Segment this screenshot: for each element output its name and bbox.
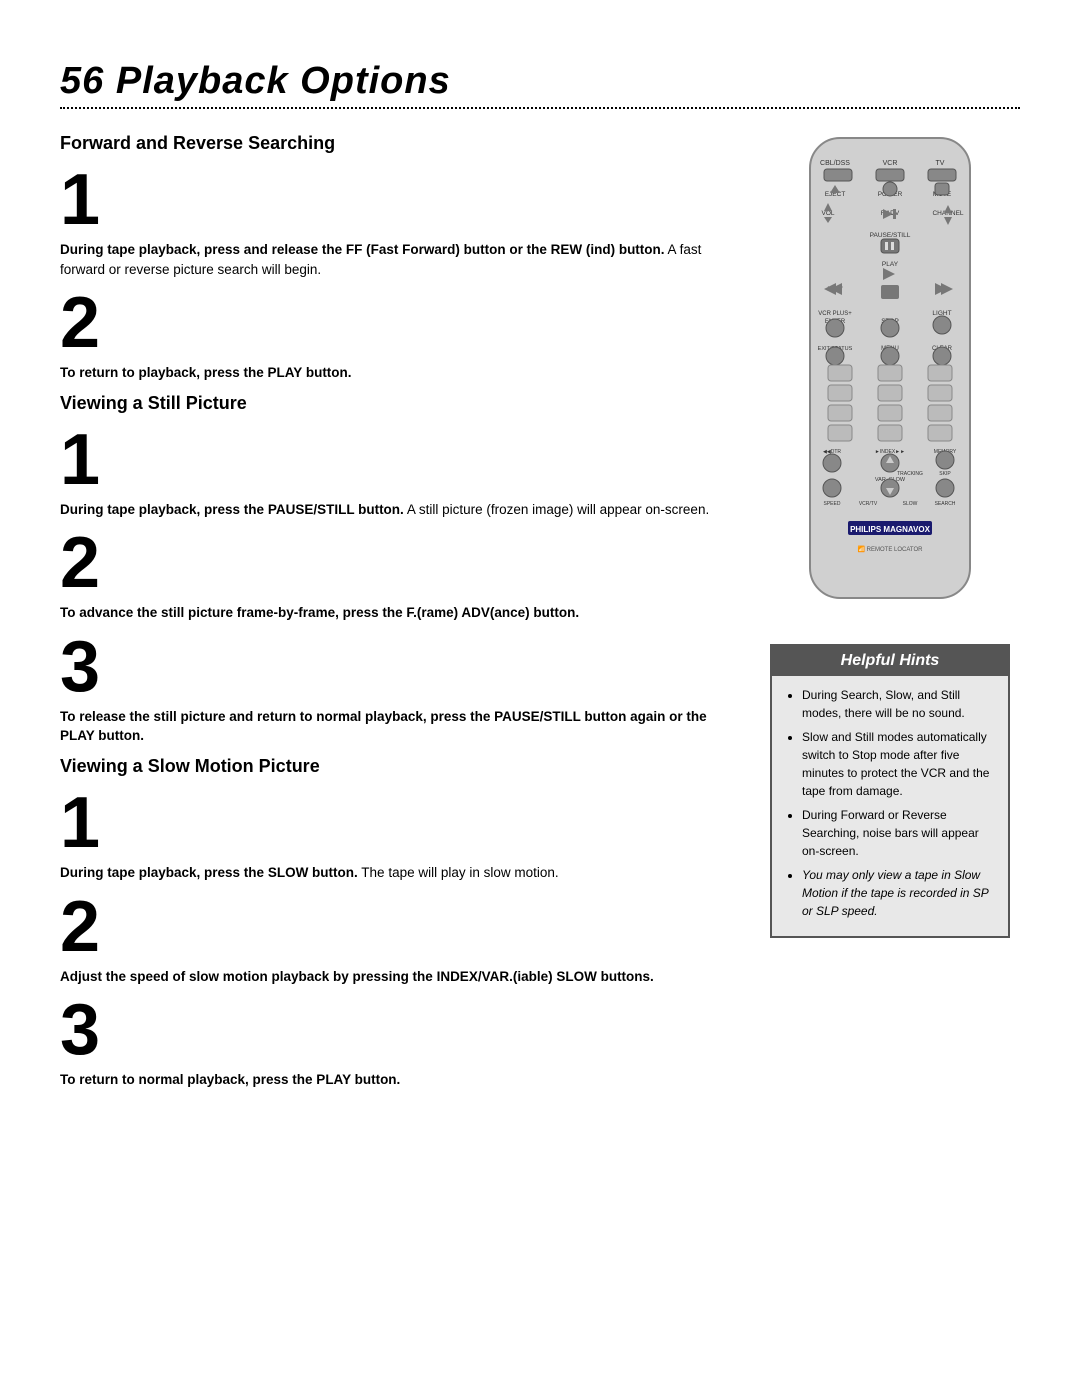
step-2-text: To return to playback, press the PLAY bu… [60,363,730,383]
section-heading-slow-motion: Viewing a Slow Motion Picture [60,756,730,777]
helpful-hints-box: Helpful Hints During Search, Slow, and S… [770,644,1010,938]
section-divider [60,107,1020,109]
section-still-picture: Viewing a Still Picture 1 During tape pl… [60,393,730,746]
svg-text:SEARCH: SEARCH [935,501,956,507]
svg-text:SLOW: SLOW [903,501,918,507]
slow-step-2-number: 2 [60,891,730,963]
step-2-number: 2 [60,287,730,359]
hint-item: During Forward or Reverse Searching, noi… [802,806,994,860]
svg-text:VOL: VOL [821,210,834,217]
svg-text:VCR: VCR [883,160,898,167]
still-step-1-number: 1 [60,424,730,496]
page-title: 56 Playback Options [60,60,1020,103]
section-slow-motion: Viewing a Slow Motion Picture 1 During t… [60,756,730,1090]
main-layout: Forward and Reverse Searching 1 During t… [60,123,1020,1098]
step-1-number: 1 [60,164,730,236]
svg-text:PHILIPS MAGNAVOX: PHILIPS MAGNAVOX [850,525,931,534]
slow-step-2-text: Adjust the speed of slow motion playback… [60,967,730,987]
slow-step-3-text: To return to normal playback, press the … [60,1070,730,1090]
right-column: CBL/DSS VCR TV EJECT POWER MUTE VOL [760,123,1020,938]
section-heading-forward-reverse: Forward and Reverse Searching [60,133,730,154]
left-column: Forward and Reverse Searching 1 During t… [60,123,730,1098]
slow-step-1-number: 1 [60,787,730,859]
hint-item: During Search, Slow, and Still modes, th… [802,686,994,722]
section-heading-still-picture: Viewing a Still Picture [60,393,730,414]
svg-text:VCR PLUS+: VCR PLUS+ [818,311,852,317]
slow-step-1-text: During tape playback, press the SLOW but… [60,863,730,883]
svg-text:CBL/DSS: CBL/DSS [820,160,850,167]
still-step-2-number: 2 [60,527,730,599]
slow-step-3-number: 3 [60,994,730,1066]
svg-text:PLAY: PLAY [882,261,899,268]
hint-item: Slow and Still modes automatically switc… [802,728,994,800]
hint-item: You may only view a tape in Slow Motion … [802,866,994,920]
remote-control: CBL/DSS VCR TV EJECT POWER MUTE VOL [780,133,1000,616]
step-1-text: During tape playback, press and release … [60,240,730,279]
still-step-3-text: To release the still picture and return … [60,707,730,746]
helpful-hints-body: During Search, Slow, and Still modes, th… [772,676,1008,936]
helpful-hints-list: During Search, Slow, and Still modes, th… [786,686,994,920]
svg-text:PAUSE/STILL: PAUSE/STILL [870,232,911,239]
remote-svg: CBL/DSS VCR TV EJECT POWER MUTE VOL [780,133,1000,613]
svg-text:VCR/TV: VCR/TV [859,501,878,507]
svg-text:TRACKING: TRACKING [897,471,923,477]
still-step-1-text: During tape playback, press the PAUSE/ST… [60,500,730,520]
svg-text:TV: TV [936,160,945,167]
svg-text:📶 REMOTE LOCATOR: 📶 REMOTE LOCATOR [858,545,924,553]
section-forward-reverse: Forward and Reverse Searching 1 During t… [60,133,730,383]
helpful-hints-header: Helpful Hints [772,646,1008,676]
still-step-3-number: 3 [60,631,730,703]
svg-text:SPEED: SPEED [824,501,841,507]
svg-text:SKIP: SKIP [939,471,951,477]
still-step-2-text: To advance the still picture frame-by-fr… [60,603,730,623]
